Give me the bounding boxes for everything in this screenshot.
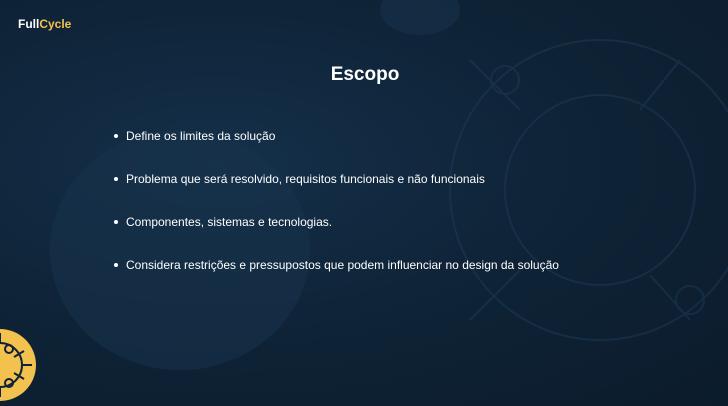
logo-text-full: Full: [18, 17, 40, 31]
logo-text-cycle: Cycle: [39, 17, 72, 31]
bullet-dot-icon: [114, 220, 118, 224]
bullet-text: Problema que será resolvido, requisitos …: [126, 172, 485, 186]
bullet-list: Define os limites da solução Problema qu…: [113, 128, 559, 300]
bullet-item: Componentes, sistemas e tecnologias.: [113, 214, 559, 230]
slide-title: Escopo: [330, 64, 400, 85]
bullet-dot-icon: [114, 134, 118, 138]
bullet-text: Define os limites da solução: [126, 129, 276, 143]
cycle-badge-icon: [0, 329, 36, 401]
presentation-slide: FullCycle Escopo Define os limites da so…: [0, 0, 728, 406]
bullet-text: Considera restrições e pressupostos que …: [126, 258, 559, 272]
bullet-text: Componentes, sistemas e tecnologias.: [126, 215, 333, 229]
fullcycle-logo: FullCycle: [18, 17, 71, 31]
bullet-dot-icon: [114, 263, 118, 267]
bullet-item: Considera restrições e pressupostos que …: [113, 257, 559, 273]
bullet-dot-icon: [114, 177, 118, 181]
bullet-item: Problema que será resolvido, requisitos …: [113, 171, 559, 187]
bullet-item: Define os limites da solução: [113, 128, 559, 144]
